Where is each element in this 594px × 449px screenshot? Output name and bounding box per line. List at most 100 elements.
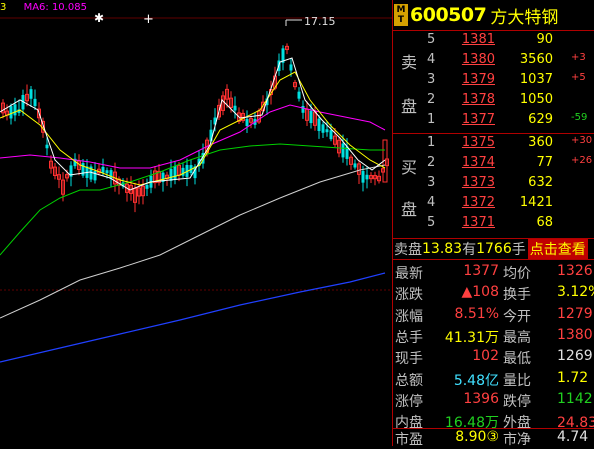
stat-value: 102 <box>472 348 499 365</box>
volume-change: -59 <box>571 112 588 123</box>
candle <box>53 162 57 180</box>
stat-label: 现手 <box>395 351 423 368</box>
candle <box>129 176 133 201</box>
stat-value: 5.48亿 <box>453 372 499 389</box>
candle <box>313 105 317 131</box>
price[interactable]: 1378 <box>459 92 495 107</box>
candle <box>141 179 145 205</box>
candle <box>365 166 369 189</box>
view-details-button[interactable]: 点击查看 <box>527 239 588 259</box>
bid-row-1[interactable]: 1 1375 360 +30 <box>393 135 594 155</box>
stat-row: 最新 1377 均价 1326 <box>393 263 594 284</box>
level: 5 <box>427 215 436 230</box>
price[interactable]: 1377 <box>459 112 495 127</box>
candle <box>301 100 305 119</box>
candle <box>1 99 5 119</box>
price[interactable]: 1380 <box>459 52 495 67</box>
ask-row-4[interactable]: 4 1380 3560 +3 <box>393 52 594 72</box>
kline-chart[interactable]: 17.15 ✱ + 3 MA6: 10.085 <box>0 0 392 446</box>
ma-legend: 3 MA6: 10.085 <box>0 2 87 13</box>
stat-value: ▲108 <box>461 284 500 301</box>
price[interactable]: 1372 <box>459 195 495 210</box>
level: 4 <box>427 52 436 67</box>
ask-row-5[interactable]: 5 1381 90 <box>393 32 594 52</box>
stat-value: 1380 <box>557 326 593 343</box>
bid-row-3[interactable]: 3 1373 632 <box>393 175 594 195</box>
stat-value: 41.31万 <box>444 329 499 346</box>
price[interactable]: 1374 <box>459 155 495 170</box>
candle <box>317 115 321 139</box>
stat-value: 1279 <box>557 305 593 322</box>
candle <box>297 87 301 102</box>
bid-row-4[interactable]: 4 1372 1421 <box>393 195 594 215</box>
bid-book: 买 盘 1 1375 360 +30 2 1374 77 +26 3 1373 632 4 1372 14… <box>393 134 594 239</box>
summary-unit: 手 <box>511 242 526 258</box>
price[interactable]: 1371 <box>459 215 495 230</box>
stat-value: 1269 <box>557 348 593 365</box>
ma60-line <box>0 164 386 319</box>
stat-label: 涨跌 <box>395 287 423 304</box>
candle <box>357 159 361 184</box>
stat-value: 8.51% <box>454 305 499 322</box>
candle <box>241 109 245 123</box>
candle <box>29 85 33 107</box>
stat-label: 总额 <box>395 372 423 389</box>
candle <box>153 165 157 189</box>
candle <box>221 91 225 116</box>
volume-change: +5 <box>571 72 586 83</box>
level: 3 <box>427 175 436 190</box>
ask-row-1[interactable]: 1 1377 629 -59 <box>393 112 594 132</box>
candle <box>81 159 85 178</box>
candle <box>353 159 357 170</box>
level: 1 <box>427 135 436 150</box>
candle <box>57 166 61 189</box>
bid-row-5[interactable]: 5 1371 68 <box>393 215 594 235</box>
stat-value: 3.12% <box>557 284 594 301</box>
candle <box>369 172 373 184</box>
candle <box>69 161 73 187</box>
stat-label: 量比 <box>503 372 531 389</box>
candle <box>157 163 161 186</box>
bid-row-2[interactable]: 2 1374 77 +26 <box>393 155 594 175</box>
pe-label: 市盈 <box>395 432 423 448</box>
price[interactable]: 1375 <box>459 135 495 150</box>
stat-row: 总额 5.48亿 量比 1.72 <box>393 370 594 391</box>
stat-label: 今开 <box>503 308 531 325</box>
candle <box>321 121 325 138</box>
summary-label: 卖盘 <box>394 242 422 258</box>
candle <box>13 97 17 122</box>
event-markers[interactable]: ✱ + <box>94 11 154 27</box>
candle <box>17 99 21 117</box>
ma-legend-left: 3 <box>0 2 7 13</box>
stat-label: 最高 <box>503 329 531 346</box>
price[interactable]: 1373 <box>459 175 495 190</box>
summary-count: 1766 <box>476 241 512 257</box>
svg-text:+: + <box>143 12 154 27</box>
ma-legend-value: MA6: 10.085 <box>23 2 87 13</box>
svg-text:✱: ✱ <box>94 11 104 25</box>
volume: 1050 <box>519 92 553 107</box>
ask-row-2[interactable]: 2 1378 1050 <box>393 92 594 112</box>
price[interactable]: 1381 <box>459 32 495 47</box>
stat-label: 均价 <box>503 266 531 282</box>
summary-mid: 有 <box>462 242 477 258</box>
badge-bottom: T <box>397 15 405 25</box>
candle <box>33 89 37 110</box>
ask-book: 卖 盘 5 1381 90 4 1380 3560 +3 3 1379 1037 +5 2 1378 10… <box>393 31 594 134</box>
stat-row: 涨跌 ▲108换手 3.12% <box>393 284 594 305</box>
volume: 632 <box>528 175 553 190</box>
margin-trading-badge[interactable]: M T <box>394 4 408 26</box>
volume: 629 <box>528 112 553 127</box>
volume-change: +3 <box>571 52 586 63</box>
badge-top: M <box>396 5 406 15</box>
candle <box>377 170 381 184</box>
candle <box>349 154 353 170</box>
ask-row-3[interactable]: 3 1379 1037 +5 <box>393 72 594 92</box>
level: 1 <box>427 112 436 127</box>
high-price-label: 17.15 <box>304 15 336 28</box>
candle <box>373 171 377 186</box>
volume: 1421 <box>519 195 553 210</box>
price[interactable]: 1379 <box>459 72 495 87</box>
stat-value: 1326 <box>557 263 593 279</box>
moving-average-lines <box>0 57 386 363</box>
